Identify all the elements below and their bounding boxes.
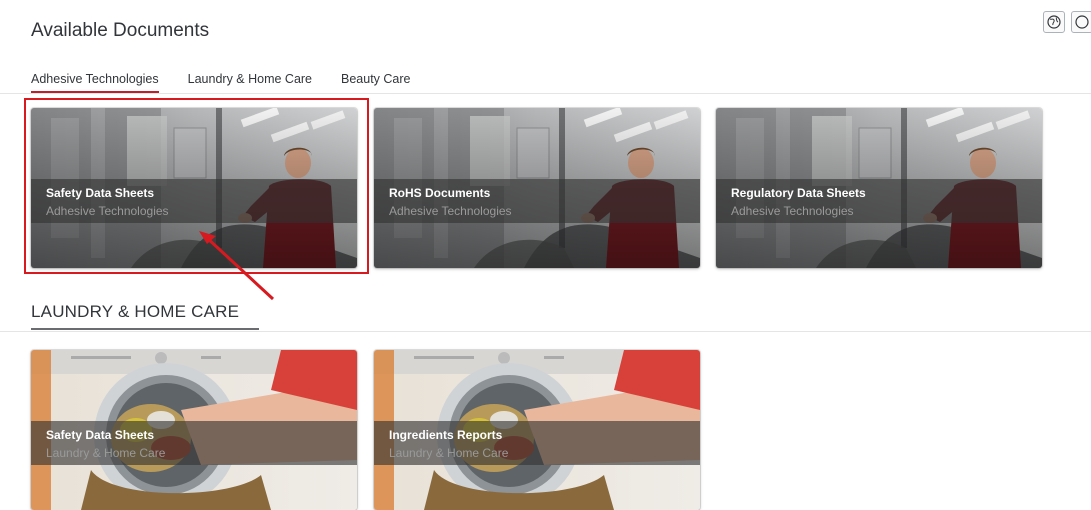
globe-icon[interactable]	[1043, 11, 1065, 33]
tile-title: Regulatory Data Sheets	[731, 186, 866, 200]
section-divider	[0, 331, 1091, 332]
tile-safety-data-sheets-laundry[interactable]: Safety Data Sheets Laundry & Home Care	[31, 350, 357, 510]
section-title-laundry: LAUNDRY & HOME CARE	[31, 302, 240, 321]
header-actions	[1043, 11, 1091, 33]
tile-title: RoHS Documents	[389, 186, 491, 200]
tab-beauty-care[interactable]: Beauty Care	[341, 72, 410, 93]
tile-title: Ingredients Reports	[389, 428, 503, 442]
tile-subtitle: Laundry & Home Care	[389, 446, 509, 460]
page-title: Available Documents	[31, 20, 210, 41]
category-tabs: Adhesive Technologies Laundry & Home Car…	[31, 72, 440, 93]
tile-ingredients-reports[interactable]: Ingredients Reports Laundry & Home Care	[374, 350, 700, 510]
tab-adhesive-technologies[interactable]: Adhesive Technologies	[31, 72, 159, 93]
tile-rohs-documents[interactable]: RoHS Documents Adhesive Technologies	[374, 108, 700, 268]
tab-laundry-home-care[interactable]: Laundry & Home Care	[188, 72, 312, 93]
tile-subtitle: Adhesive Technologies	[389, 204, 512, 218]
tile-subtitle: Adhesive Technologies	[731, 204, 854, 218]
info-icon[interactable]	[1071, 11, 1091, 33]
tile-subtitle: Laundry & Home Care	[46, 446, 166, 460]
section-underline	[31, 328, 259, 330]
tile-title: Safety Data Sheets	[46, 428, 155, 442]
tile-regulatory-data-sheets[interactable]: Regulatory Data Sheets Adhesive Technolo…	[716, 108, 1042, 268]
tabs-divider	[0, 93, 1091, 94]
